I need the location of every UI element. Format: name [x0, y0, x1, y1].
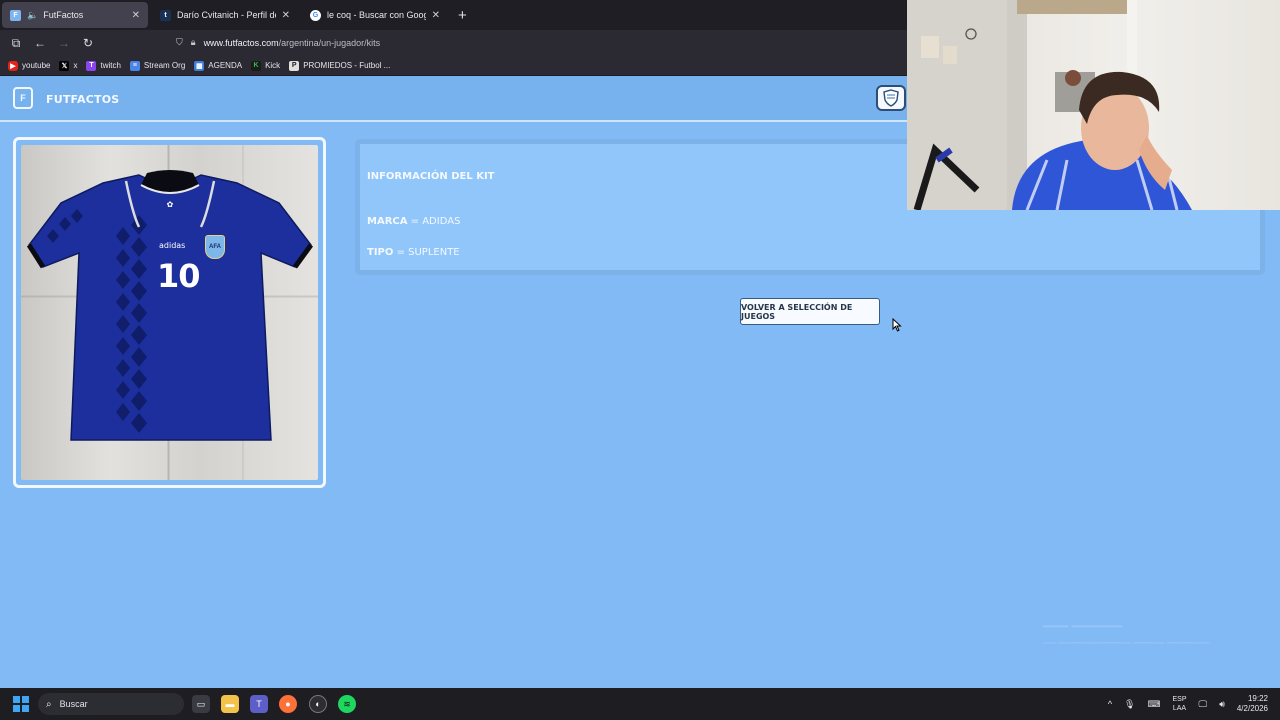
kit-maker-text: adidas [159, 241, 186, 250]
keyboard-icon[interactable]: ⌨ [1147, 699, 1160, 710]
tab-cvitanich[interactable]: t Darío Cvitanich - Perfil del jugad ✕ [152, 2, 298, 28]
bookmark-label: x [73, 61, 78, 70]
search-placeholder: Buscar [59, 699, 88, 709]
obs-icon[interactable]: ◐ [309, 695, 327, 713]
url-bar[interactable]: ⛉ 🔒︎ www.futfactos.com/argentina/un-juga… [176, 32, 906, 53]
activation-watermark: ▔▔▔ ▔▔▔▔▔▔ [1043, 627, 1123, 639]
back-arrow-icon[interactable]: ← [28, 36, 52, 50]
bookmark-label: twitch [100, 61, 121, 70]
webcam-overlay [907, 0, 1280, 210]
file-explorer-icon[interactable]: ▬ [221, 695, 239, 713]
brand-label: MARCA [367, 216, 408, 227]
bookmark-label: AGENDA [208, 61, 243, 70]
lang-code: ESP [1172, 696, 1187, 703]
taskbar-search-input[interactable]: ⌕ Buscar [38, 693, 184, 715]
futfactos-logo-icon[interactable]: F [13, 87, 33, 109]
tab-futfactos[interactable]: F 🔈 FutFactos ✕ [2, 2, 148, 28]
tab-title: Darío Cvitanich - Perfil del jugad [177, 10, 276, 20]
lang-region: LAA [1172, 705, 1187, 712]
brand-value: = ADIDAS [410, 216, 461, 227]
reload-icon[interactable]: ↻ [76, 36, 100, 50]
promiedos-icon: P [289, 60, 300, 71]
speaker-icon[interactable]: 🔈 [27, 10, 38, 21]
mouse-cursor-icon [892, 318, 902, 332]
clock[interactable]: 19:22 4/2/2026 [1237, 694, 1268, 714]
transfermarkt-icon: t [160, 9, 171, 21]
svg-text:✿: ✿ [167, 200, 174, 209]
twitch-icon: T [86, 60, 97, 71]
brand-name[interactable]: FUTFACTOS [46, 93, 119, 106]
info-title: INFORMACIÓN DEL KIT [367, 171, 495, 182]
close-icon[interactable]: ✕ [132, 10, 140, 21]
type-row: TIPO = SUPLENTE [367, 247, 460, 258]
forward-arrow-icon[interactable]: → [52, 36, 76, 50]
clock-time: 19:22 [1247, 694, 1268, 703]
bookmark-promiedos[interactable]: P PROMIEDOS - Futbol ... [289, 60, 391, 71]
network-icon[interactable]: 🖵︎ [1199, 699, 1208, 710]
kick-icon: K [251, 60, 262, 71]
tracking-shield-icon[interactable]: ⛉ [176, 37, 183, 48]
type-label: TIPO [367, 247, 394, 258]
brand-row: MARCA = ADIDAS [367, 216, 460, 227]
kit-photo: ✿ adidas AFA 10 [21, 145, 318, 480]
lock-icon[interactable]: 🔒︎ [191, 37, 196, 48]
volume-icon[interactable]: 🔊︎ [1219, 699, 1225, 710]
jersey-image: ✿ [26, 170, 314, 441]
spotify-icon[interactable]: ≋ [338, 695, 356, 713]
tab-google[interactable]: G le coq - Buscar con Google ✕ [302, 2, 448, 28]
bookmark-label: Kick [265, 61, 281, 70]
close-icon[interactable]: ✕ [432, 10, 440, 21]
x-icon: 𝕏 [59, 60, 70, 71]
search-icon: ⌕ [46, 698, 52, 710]
google-icon: G [310, 9, 321, 21]
bookmark-twitch[interactable]: Ttwitch [86, 60, 121, 71]
docs-icon: ≡ [129, 60, 140, 71]
bookmark-stream-org[interactable]: ≡ Stream Org [129, 60, 186, 71]
clock-date: 4/2/2026 [1236, 704, 1268, 713]
sidebar-toggle-icon[interactable]: ⧉ [4, 36, 28, 51]
activation-watermark-sub: ▔▔ ▔▔▔▔▔▔▔▔▔▔▔▔ ▔▔▔▔▔ ▔▔▔▔▔▔▔ [1043, 643, 1210, 652]
bookmark-kick[interactable]: K Kick [251, 60, 281, 71]
futfactos-icon: F [10, 9, 21, 21]
firefox-icon[interactable]: ● [279, 695, 297, 713]
windows-start-icon[interactable] [13, 696, 29, 712]
afa-crest-icon: AFA [205, 235, 225, 259]
kit-number: 10 [157, 257, 201, 295]
youtube-icon: ▶ [8, 60, 18, 71]
task-view-icon[interactable]: ▭ [192, 695, 210, 713]
windows-taskbar: ⌕ Buscar ▭ ▬ T ● ◐ ≋ ^ 🎙︎ ⌨ ESP LAA 🖵︎ 🔊… [0, 688, 1280, 720]
bookmark-label: Stream Org [143, 61, 186, 70]
close-icon[interactable]: ✕ [282, 10, 290, 21]
chevron-up-icon[interactable]: ^ [1108, 699, 1112, 709]
team-shield-icon[interactable] [876, 85, 906, 111]
bookmark-youtube[interactable]: ▶ youtube [8, 60, 51, 71]
kit-image-card: ✿ adidas AFA 10 [13, 137, 326, 488]
new-tab-icon[interactable]: + [458, 7, 467, 24]
bookmark-label: youtube [22, 61, 51, 70]
streamer-webcam-image [907, 0, 1192, 210]
tab-title: FutFactos [43, 10, 84, 20]
system-tray: ^ 🎙︎ ⌨ ESP LAA 🖵︎ 🔊︎ 19:22 4/2/2026 [1102, 688, 1280, 720]
url-path: /argentina/un-jugador/kits [278, 37, 381, 48]
bookmark-agenda[interactable]: ▦ AGENDA [194, 60, 243, 71]
bookmark-x[interactable]: 𝕏x [59, 60, 78, 71]
input-language[interactable]: ESP LAA [1172, 695, 1186, 713]
back-to-games-button[interactable]: VOLVER A SELECCIÓN DE JUEGOS [740, 298, 880, 325]
microphone-icon[interactable]: 🎙︎ [1124, 699, 1135, 710]
type-value: = SUPLENTE [396, 247, 460, 258]
teams-icon[interactable]: T [250, 695, 268, 713]
bookmark-label: PROMIEDOS - Futbol ... [303, 61, 391, 70]
calendar-icon: ▦ [194, 60, 205, 71]
tab-title: le coq - Buscar con Google [327, 10, 426, 20]
url-host: www.futfactos.com [203, 37, 279, 48]
